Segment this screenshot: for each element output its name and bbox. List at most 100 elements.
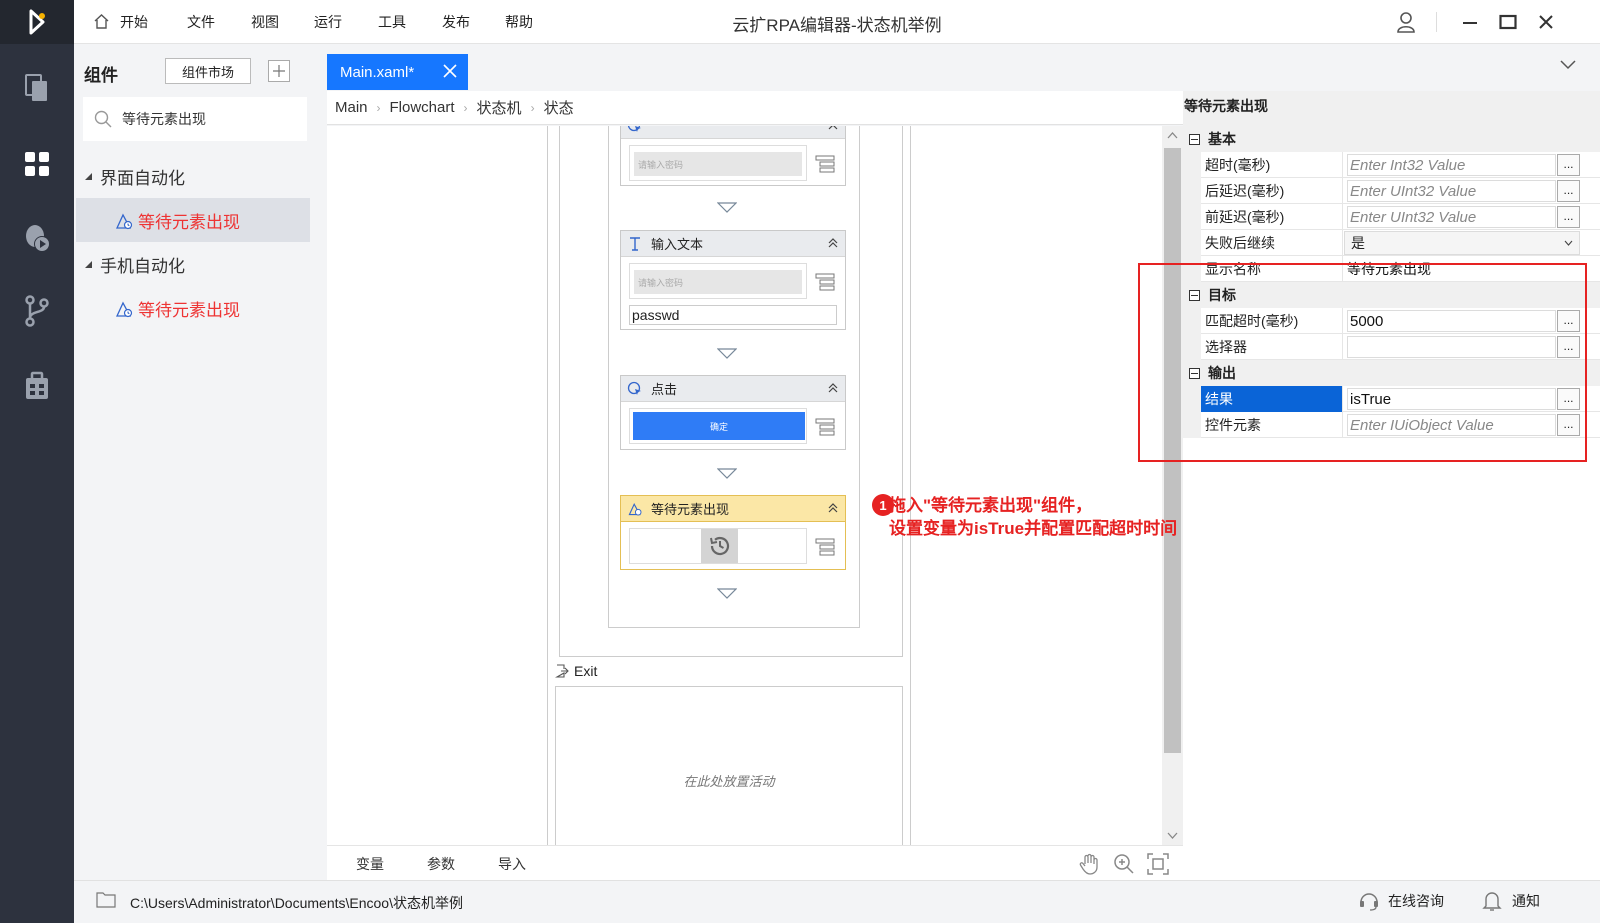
canvas-bottom-bar: 变量 参数 导入 (327, 845, 1183, 880)
menu-help[interactable]: 帮助 (505, 12, 533, 32)
package-icon (26, 371, 48, 399)
delay-before-more-button[interactable]: ... (1557, 206, 1580, 228)
rail-files-button[interactable] (0, 58, 74, 118)
wait-element-icon (115, 301, 133, 317)
chevron-right-icon: › (376, 100, 381, 115)
collapse-icon[interactable] (827, 382, 839, 394)
maximize-button[interactable] (1496, 10, 1520, 34)
status-bar: C:\Users\Administrator\Documents\Encoo\状… (74, 880, 1600, 923)
result-input[interactable] (1347, 388, 1556, 410)
rail-components-button[interactable] (0, 134, 74, 194)
collapse-box-icon[interactable] (1189, 133, 1200, 145)
rail-branch-button[interactable] (0, 281, 74, 341)
scrollbar-thumb[interactable] (1164, 148, 1181, 753)
activity-header (621, 126, 845, 139)
zoom-in-icon[interactable] (1112, 852, 1136, 876)
ui-element-more-button[interactable]: ... (1557, 414, 1580, 436)
section-basic[interactable]: 基本 (1183, 126, 1600, 152)
component-search-input[interactable]: 等待元素出现 (83, 97, 307, 141)
tree-category-mobile-automation[interactable]: 手机自动化 (84, 252, 185, 277)
section-output[interactable]: 输出 (1183, 360, 1600, 386)
delay-after-input[interactable] (1347, 180, 1556, 202)
scroll-down-icon[interactable] (1167, 832, 1178, 840)
tree-item-wait-element-ui[interactable]: 等待元素出现 (114, 208, 240, 233)
tab-close-icon[interactable] (442, 63, 458, 79)
components-title: 组件 (84, 66, 118, 85)
menu-run[interactable]: 运行 (314, 12, 342, 32)
scroll-up-icon[interactable] (1167, 131, 1178, 139)
designer-canvas[interactable]: 请输入密码 输入文本 请输入密码 passwd 点击 确定 等待元素出现 Exi… (327, 126, 1162, 845)
menu-start[interactable]: 开始 (120, 12, 148, 32)
delay-after-more-button[interactable]: ... (1557, 180, 1580, 202)
tree-item-label: 等待元素出现 (138, 301, 240, 320)
menu-publish[interactable]: 发布 (442, 12, 470, 32)
activity-title: 输入文本 (651, 237, 704, 252)
online-consult-button[interactable]: 在线咨询 (1358, 890, 1444, 912)
collapse-icon[interactable] (827, 237, 839, 249)
activity-type-text[interactable]: 输入文本 请输入密码 passwd (620, 230, 846, 330)
tab-variables[interactable]: 变量 (356, 854, 384, 874)
minimize-button[interactable] (1458, 10, 1482, 34)
ui-element-input[interactable] (1347, 414, 1556, 436)
rail-package-button[interactable] (0, 356, 74, 416)
result-more-button[interactable]: ... (1557, 388, 1580, 410)
tree-category-ui-automation[interactable]: 界面自动化 (84, 164, 185, 189)
menu-file[interactable]: 文件 (187, 12, 215, 32)
collapse-box-icon[interactable] (1189, 289, 1200, 301)
tree-item-wait-element-mobile[interactable]: 等待元素出现 (114, 296, 240, 321)
text-value-field[interactable]: passwd (629, 305, 837, 325)
delay-before-input[interactable] (1347, 206, 1556, 228)
breadcrumb-item[interactable]: 状态 (544, 97, 574, 118)
tab-imports[interactable]: 导入 (498, 854, 526, 874)
collapse-box-icon[interactable] (1189, 367, 1200, 379)
home-icon[interactable] (93, 13, 110, 30)
components-panel: 组件 组件市场 等待元素出现 界面自动化 等待元素出现 手机自动化 等待元素出现 (74, 44, 321, 880)
screenshot-preview: 请输入密码 (629, 263, 807, 299)
activity-header: 点击 (621, 376, 845, 402)
display-name-value[interactable]: 等待元素出现 (1344, 256, 1556, 282)
breadcrumb-item[interactable]: 状态机 (477, 97, 522, 118)
screenshot-input: 请输入密码 (634, 270, 802, 294)
hand-pan-icon[interactable] (1077, 852, 1101, 876)
continue-on-error-select[interactable]: 是 (1344, 231, 1580, 255)
online-consult-label: 在线咨询 (1388, 893, 1444, 909)
breadcrumb-item[interactable]: Main (335, 99, 368, 116)
notifications-button[interactable]: 通知 (1482, 890, 1540, 912)
list-icon[interactable] (815, 418, 835, 436)
timeout-input[interactable] (1347, 154, 1556, 176)
list-icon[interactable] (815, 538, 835, 556)
menu-tools[interactable]: 工具 (378, 12, 406, 32)
tab-arguments[interactable]: 参数 (427, 854, 455, 874)
activity-title: 点击 (651, 382, 678, 397)
component-market-button[interactable]: 组件市场 (165, 58, 251, 84)
collapse-icon[interactable] (827, 502, 839, 514)
tree-item-label: 等待元素出现 (138, 213, 240, 232)
exit-drop-zone[interactable]: 在此处放置活动 (555, 686, 903, 845)
list-icon[interactable] (815, 155, 835, 173)
menu-view[interactable]: 视图 (251, 12, 279, 32)
window-title: 云扩RPA编辑器-状态机举例 (732, 16, 942, 35)
tab-list-chevron-icon[interactable] (1560, 60, 1576, 70)
add-component-button[interactable] (268, 60, 290, 82)
match-timeout-more-button[interactable]: ... (1557, 310, 1580, 332)
section-target[interactable]: 目标 (1183, 282, 1600, 308)
activity-wait-element[interactable]: 等待元素出现 (620, 495, 846, 570)
activity-click[interactable]: 点击 确定 (620, 375, 846, 450)
close-window-button[interactable] (1534, 10, 1558, 34)
timeout-more-button[interactable]: ... (1557, 154, 1580, 176)
rail-debug-button[interactable] (0, 208, 74, 268)
caret-down-icon (85, 172, 92, 180)
collapse-icon[interactable] (827, 126, 839, 131)
tab-main-xaml[interactable]: Main.xaml* (327, 54, 468, 90)
exit-icon (555, 664, 569, 678)
list-icon[interactable] (815, 273, 835, 291)
flow-arrow-icon (717, 468, 737, 480)
fit-screen-icon[interactable] (1146, 852, 1170, 876)
selector-more-button[interactable]: ... (1557, 336, 1580, 358)
breadcrumb-item[interactable]: Flowchart (390, 99, 455, 116)
match-timeout-input[interactable] (1347, 310, 1556, 332)
selector-input[interactable] (1347, 336, 1556, 358)
user-account-button[interactable] (1394, 10, 1418, 34)
activity-click-top[interactable]: 请输入密码 (620, 126, 846, 186)
prop-label: 超时(毫秒) (1201, 152, 1343, 178)
